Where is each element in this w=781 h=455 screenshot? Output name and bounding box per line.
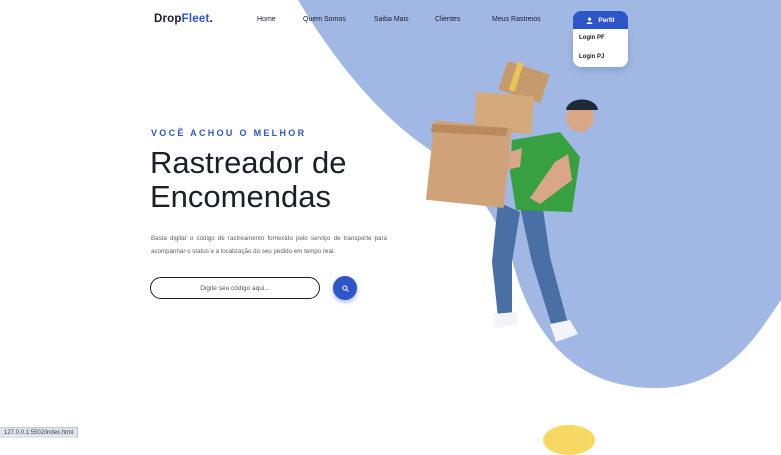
nav-meus-rastreios[interactable]: Meus Rastreios <box>492 16 541 23</box>
tracking-code-input[interactable] <box>150 277 320 299</box>
browser-status-url: 127.0.0.1:5502/index.html <box>0 427 79 438</box>
decorative-circle <box>543 425 595 455</box>
hero-title: Rastreador de Encomendas <box>150 146 346 214</box>
delivery-man-illustration <box>426 62 598 342</box>
nav-clientes[interactable]: Clientes <box>435 16 460 23</box>
hero-description: Basta digitar o código de rastreamento f… <box>151 235 387 256</box>
profile-dropdown: Login PF Login PJ <box>573 29 628 67</box>
hero-title-line1: Rastreador de <box>150 145 347 180</box>
login-pf-option[interactable]: Login PF <box>579 35 605 41</box>
profile-button[interactable]: Perfil <box>573 11 628 29</box>
background-blob <box>298 0 781 389</box>
nav-saiba-mais[interactable]: Saiba Mais <box>374 16 409 23</box>
nav-quem-somos[interactable]: Quem Somos <box>303 16 346 23</box>
search-button[interactable] <box>333 276 357 300</box>
profile-label: Perfil <box>598 16 615 24</box>
user-icon <box>586 16 593 24</box>
hero-kicker: VOCÊ ACHOU O MELHOR <box>151 128 307 138</box>
nav-home[interactable]: Home <box>257 16 276 23</box>
search-icon <box>341 284 349 292</box>
hero-title-line2: Encomendas <box>150 179 331 214</box>
login-pj-option[interactable]: Login PJ <box>579 54 604 60</box>
brand-logo[interactable]: DropFleet. <box>154 13 213 25</box>
